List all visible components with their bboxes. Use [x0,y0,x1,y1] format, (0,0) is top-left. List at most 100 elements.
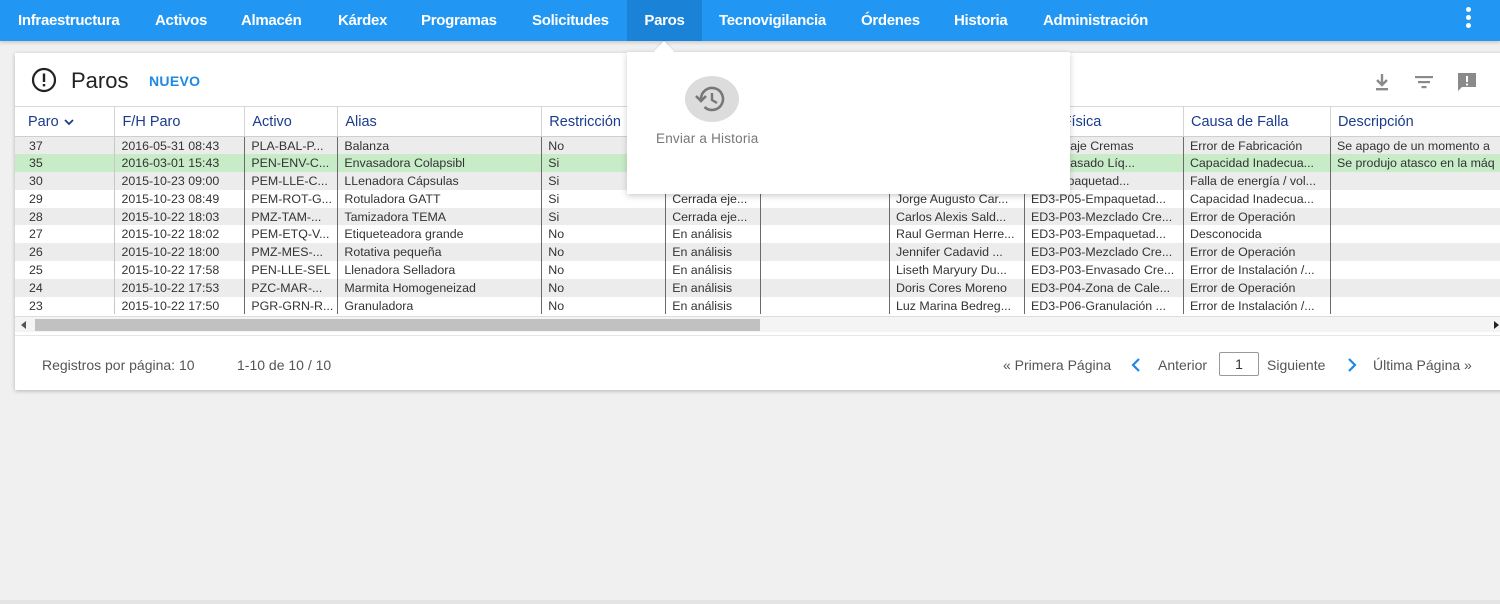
nav-item-programas[interactable]: Programas [403,0,515,41]
table-cell: LLenadora Cápsulas [337,172,543,190]
table-cell: Error de Operación [1183,243,1331,262]
table-row[interactable]: 28 2015-10-22 18:03 PMZ-TAM-... Tamizadora … [15,207,1500,226]
table-cell: PLA-BAL-P... [244,136,339,155]
table-cell: 25 [15,261,116,279]
table-cell [1330,207,1500,226]
nav-item-paros[interactable]: Paros [627,0,702,41]
table-cell [760,261,890,279]
table-cell: 37 [15,136,116,155]
table-cell: 2015-10-22 17:53 [114,278,246,297]
table-cell: ED3-P03-Empaquetad... [1024,225,1184,244]
table-cell: En análisis [665,225,762,244]
next-page-link[interactable]: Siguiente [1267,357,1325,373]
table-row[interactable]: 23 2015-10-22 17:50 PGR-GRN-R... Granulador… [15,296,1500,315]
table-cell: ED3-P03-Mezclado Cre... [1024,243,1184,262]
table-cell: Marmita Homogeneizad [337,278,543,297]
page-number-input[interactable]: 1 [1219,352,1259,376]
table-cell: En análisis [665,278,762,297]
nav-item-activos[interactable]: Activos [137,0,225,41]
column-header-activo[interactable]: Activo [244,106,339,137]
table-cell: Llenadora Selladora [337,261,543,279]
table-cell: Error de Operación [1183,207,1331,226]
nav-item-solicitudes[interactable]: Solicitudes [514,0,627,41]
table-cell: Raul German Herre... [889,225,1025,244]
horizontal-scrollbar[interactable] [15,316,1500,332]
nav-item-almacen[interactable]: Almacén [223,0,319,41]
table-cell: 23 [15,296,116,315]
send-to-history-button[interactable] [685,76,739,122]
table-cell: 2015-10-22 18:00 [114,243,246,262]
table-cell [760,207,890,226]
table-cell [1330,225,1500,244]
table-cell [1330,261,1500,279]
prev-page-link[interactable]: Anterior [1158,357,1207,373]
table-cell: Rotativa pequeña [337,243,543,262]
feedback-icon[interactable] [1456,71,1478,93]
table-cell: Error de Instalación /... [1183,296,1331,315]
table-cell: Tamizadora TEMA [337,207,543,226]
column-header-alias[interactable]: Alias [337,106,543,137]
table-cell: Granuladora [337,296,543,315]
table-cell: Capacidad Inadecua... [1183,154,1331,173]
nav-item-tecnovigilancia[interactable]: Tecnovigilancia [701,0,844,41]
table-cell: Etiqueteadora grande [337,225,543,244]
records-per-page[interactable]: Registros por página: 10 [42,357,195,373]
nav-item-ordenes[interactable]: Órdenes [843,0,938,41]
table-cell: 2015-10-23 08:49 [114,189,246,208]
column-header-descripcion[interactable]: Descripción [1330,106,1500,137]
table-cell: PEM-ETQ-V... [244,225,339,244]
records-range: 1-10 de 10 / 10 [237,357,332,373]
table-cell: Error de Operación [1183,278,1331,297]
column-header-causa-falla[interactable]: Causa de Falla [1183,106,1331,137]
nav-item-kardex[interactable]: Kárdex [320,0,405,41]
table-cell: Jennifer Cadavid ... [889,243,1025,262]
nav-item-historia[interactable]: Historia [936,0,1025,41]
new-button[interactable]: NUEVO [149,73,200,89]
pagination-bar: Registros por página: 10 1-10 de 10 / 10… [15,335,1500,390]
table-cell: Error de Fabricación [1183,136,1331,155]
download-icon[interactable] [1371,71,1393,93]
scrollbar-thumb[interactable] [35,319,760,331]
table-row[interactable]: 25 2015-10-22 17:58 PEN-LLE-SEL Llenadora S… [15,261,1500,279]
table-cell: 2015-10-22 18:02 [114,225,246,244]
table-cell [760,225,890,244]
table-cell: No [541,278,667,297]
table-cell: 2015-10-23 09:00 [114,172,246,190]
nav-item-administracion[interactable]: Administración [1025,0,1166,41]
table-cell: 2015-10-22 18:03 [114,207,246,226]
more-vert-icon[interactable] [1464,7,1472,31]
table-cell: 2015-10-22 17:58 [114,261,246,279]
table-cell: PGR-GRN-R... [244,296,339,315]
send-to-history-label[interactable]: Enviar a Historia [656,131,758,146]
table-cell: Rotuladora GATT [337,189,543,208]
table-cell: PMZ-MES-... [244,243,339,262]
alert-circle-icon [31,67,57,93]
last-page-link[interactable]: Última Página » [1373,357,1472,373]
page-title: Paros [71,68,129,93]
table-cell: PEN-ENV-C... [244,154,339,173]
history-icon [695,86,725,112]
scroll-right-icon[interactable] [1494,321,1499,329]
table-row[interactable]: 27 2015-10-22 18:02 PEM-ETQ-V... Etiquetead… [15,225,1500,244]
filter-icon[interactable] [1413,71,1435,93]
nav-item-infraestructura[interactable]: Infraestructura [0,0,137,41]
first-page-link[interactable]: « Primera Página [1003,357,1111,373]
column-header-fh-paro[interactable]: F/H Paro [114,106,246,137]
table-cell: 2015-10-22 17:50 [114,296,246,315]
chevron-left-icon[interactable] [1129,357,1143,373]
table-cell: Falla de energía / vol... [1183,172,1331,190]
table-cell: Balanza [337,136,543,155]
table-cell: ED3-P03-Envasado Cre... [1024,261,1184,279]
column-header-paro[interactable]: Paro [15,106,116,137]
scroll-left-icon[interactable] [21,321,26,329]
table-cell: En análisis [665,296,762,315]
table-cell: No [541,225,667,244]
table-cell: Cerrada eje... [665,207,762,226]
table-row[interactable]: 26 2015-10-22 18:00 PMZ-MES-... Rotativa pe… [15,243,1500,262]
table-cell: No [541,243,667,262]
table-row[interactable]: 24 2015-10-22 17:53 PZC-MAR-... Marmita Hom… [15,278,1500,297]
table-cell [1330,296,1500,315]
table-cell: 28 [15,207,116,226]
chevron-right-icon[interactable] [1345,357,1359,373]
table-cell: Doris Cores Moreno [889,278,1025,297]
